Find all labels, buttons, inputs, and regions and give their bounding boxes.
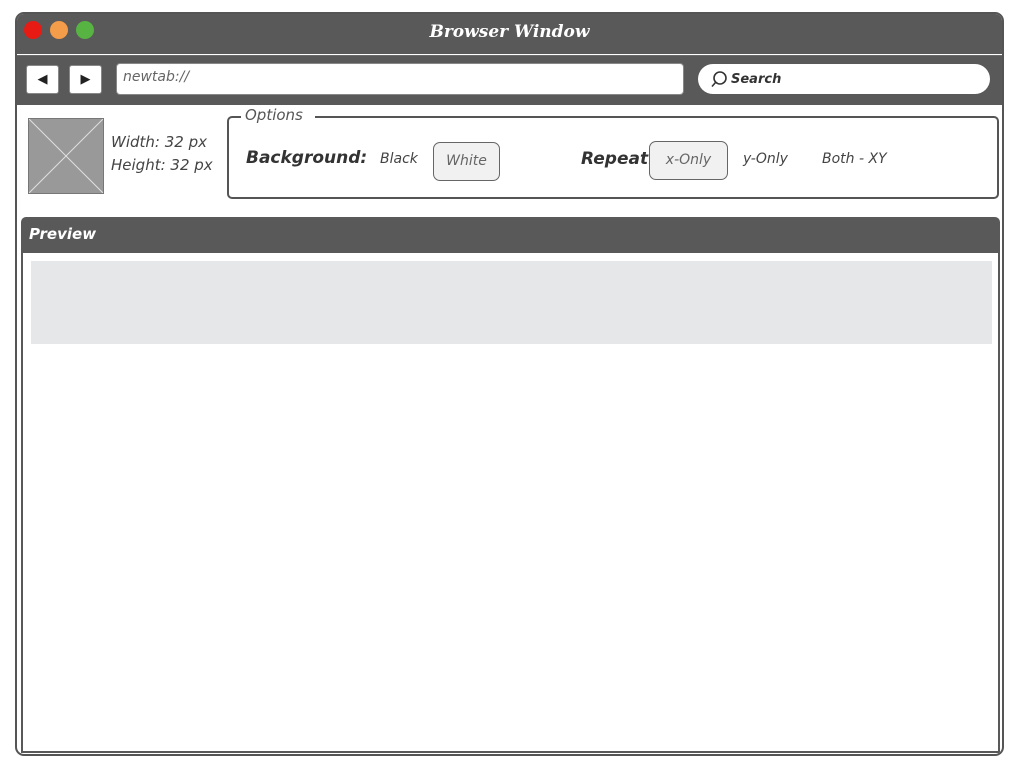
background-option-black[interactable]: Black bbox=[380, 151, 418, 167]
image-dimensions: Width: 32 px Height: 32 px bbox=[111, 131, 213, 177]
background-label: Background: bbox=[246, 148, 368, 168]
forward-arrow-icon: ▶ bbox=[80, 72, 91, 87]
image-height: Height: 32 px bbox=[111, 156, 213, 174]
repeat-label: Repeat: bbox=[581, 149, 655, 169]
browser-toolbar: ◀ ▶ newtab:// Search bbox=[17, 55, 1002, 105]
back-button[interactable]: ◀ bbox=[26, 65, 59, 94]
forward-button[interactable]: ▶ bbox=[69, 65, 102, 94]
options-legend: Options bbox=[241, 106, 315, 124]
preview-header: Preview bbox=[21, 217, 1000, 253]
repeat-option-x-only[interactable]: x-Only bbox=[649, 141, 728, 180]
back-arrow-icon: ◀ bbox=[37, 72, 48, 87]
browser-window: Browser Window ◀ ▶ newtab:// Search Widt… bbox=[15, 12, 1004, 756]
title-bar: Browser Window bbox=[17, 14, 1002, 54]
image-width: Width: 32 px bbox=[111, 133, 207, 151]
search-icon bbox=[711, 71, 727, 88]
repeat-option-both-xy[interactable]: Both - XY bbox=[822, 151, 887, 167]
repeat-option-y-only[interactable]: y-Only bbox=[743, 151, 788, 167]
background-option-white[interactable]: White bbox=[433, 142, 500, 181]
preview-area bbox=[31, 261, 992, 344]
image-placeholder-icon bbox=[28, 118, 104, 194]
search-label: Search bbox=[731, 71, 782, 87]
options-group: Options Background: Black White Repeat: … bbox=[227, 106, 999, 199]
address-bar[interactable]: newtab:// bbox=[116, 63, 684, 95]
window-title: Browser Window bbox=[429, 22, 590, 42]
search-input[interactable]: Search bbox=[698, 64, 990, 94]
preview-panel bbox=[21, 253, 1000, 753]
